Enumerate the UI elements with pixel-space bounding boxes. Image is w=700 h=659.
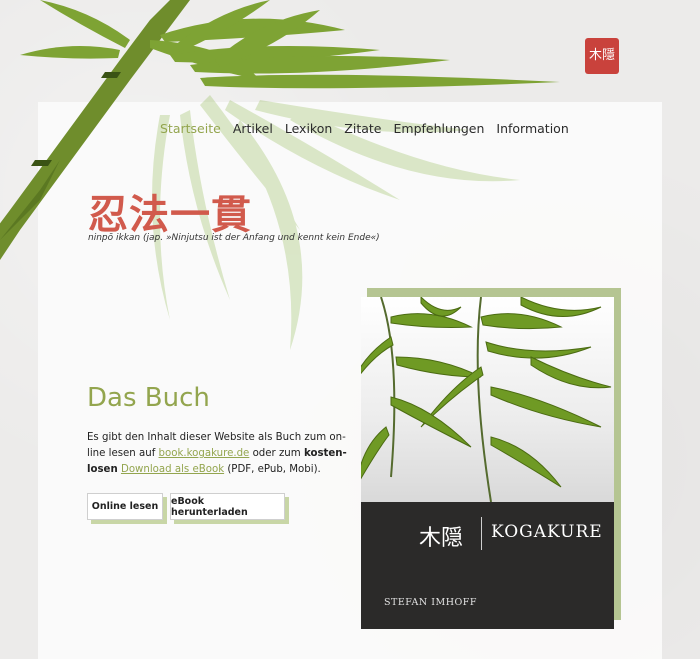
section-title: Das Buch xyxy=(87,383,210,413)
book-cover[interactable]: 木隠 KOGAKURE STEFAN IMHOFF xyxy=(361,297,614,629)
cover-title: KOGAKURE xyxy=(491,522,603,542)
nav-item-artikel[interactable]: Artikel xyxy=(233,121,273,136)
nav-item-empfehlungen[interactable]: Empfehlungen xyxy=(394,121,485,136)
intro-text-part3: (PDF, ePub, Mobi). xyxy=(224,464,321,475)
intro-text: Es gibt den Inhalt dieser Website als Bu… xyxy=(87,430,349,478)
cover-bamboo-photo xyxy=(361,297,614,503)
cover-author: STEFAN IMHOFF xyxy=(384,597,477,608)
seal-stamp: 木隱 xyxy=(585,38,619,74)
cover-kanji: 木隠 xyxy=(419,526,464,551)
book-link[interactable]: book.kogakure.de xyxy=(159,448,250,459)
seal-text: 木隱 xyxy=(588,48,615,63)
intro-text-part2: oder zum xyxy=(249,448,304,459)
ebook-download-button[interactable]: eBook herunterladen xyxy=(170,493,285,520)
ebook-download-link[interactable]: Download als eBook xyxy=(121,464,224,475)
nav-item-lexikon[interactable]: Lexikon xyxy=(285,121,332,136)
nav-item-zitate[interactable]: Zitate xyxy=(344,121,381,136)
site-tagline: ninpō ikkan (jap. »Ninjutsu ist der Anfa… xyxy=(88,233,380,243)
online-read-button[interactable]: Online lesen xyxy=(87,493,163,520)
nav-item-information[interactable]: Information xyxy=(496,121,568,136)
main-nav: Startseite Artikel Lexikon Zitate Empfeh… xyxy=(160,121,569,136)
cover-divider xyxy=(481,517,482,550)
cover-bamboo-leaves-icon xyxy=(361,297,612,503)
site-title[interactable]: 忍法一貫 xyxy=(88,182,252,240)
nav-item-startseite[interactable]: Startseite xyxy=(160,121,221,136)
